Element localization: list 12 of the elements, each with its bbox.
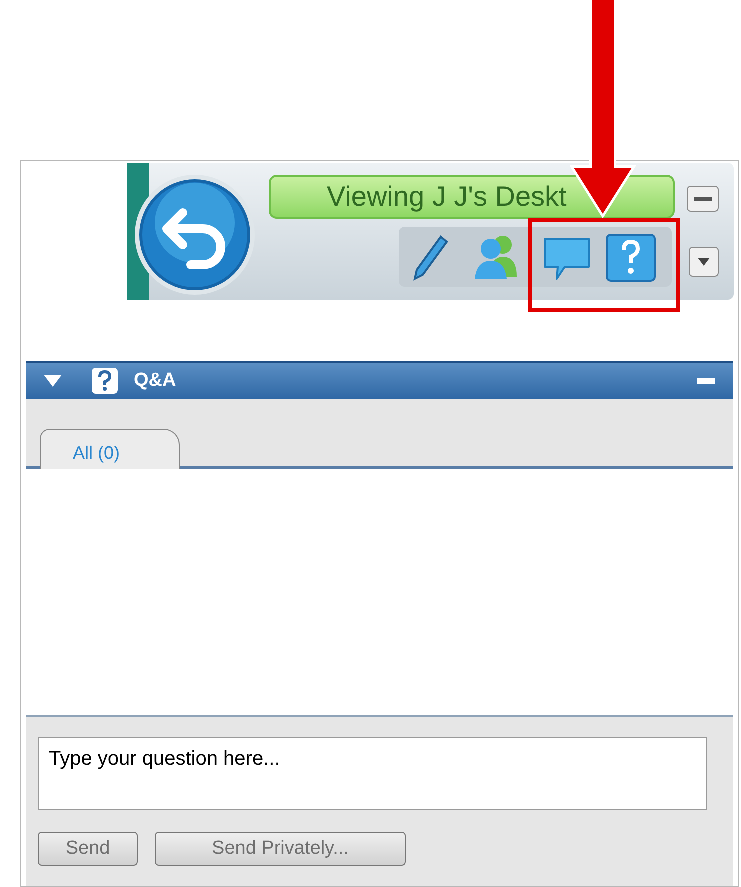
question-input[interactable]: Type your question here...: [38, 737, 707, 810]
caret-icon: [698, 258, 710, 266]
help-icon[interactable]: [605, 233, 657, 283]
viewing-status-label: Viewing J J's Deskt: [269, 175, 675, 219]
collapse-caret-icon[interactable]: [44, 375, 62, 387]
chat-bubble-icon[interactable]: [541, 235, 593, 283]
minimize-button[interactable]: [687, 186, 719, 212]
pencil-icon[interactable]: [411, 233, 451, 281]
tab[interactable]: All (0): [40, 429, 180, 469]
panel-title: Q&A: [134, 368, 176, 393]
help-icon: [92, 368, 118, 394]
dropdown-button[interactable]: [689, 247, 719, 277]
